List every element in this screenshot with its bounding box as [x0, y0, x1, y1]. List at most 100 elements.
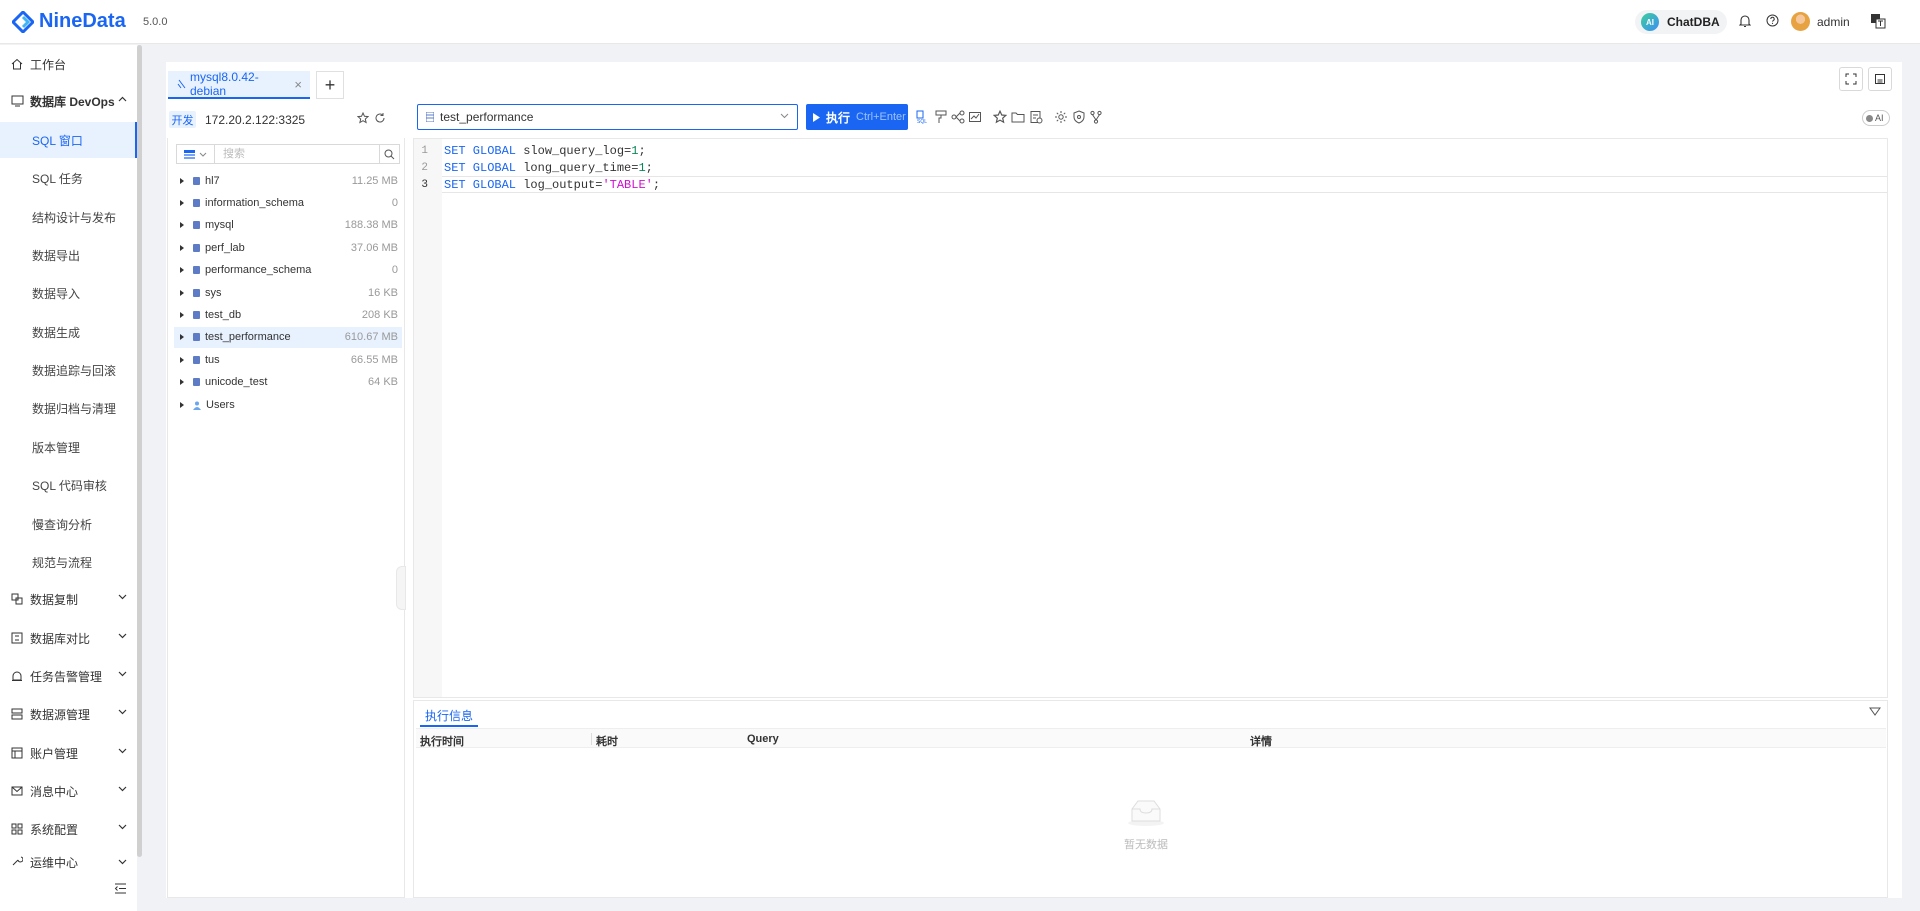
collapse-panel-icon[interactable] — [1869, 707, 1881, 717]
sidebar-item-data-export[interactable]: 数据导出 — [0, 237, 137, 273]
sidebar-item-data-import[interactable]: 数据导入 — [0, 275, 137, 311]
panel-resize-handle[interactable] — [396, 566, 406, 610]
code-editor[interactable]: 1 SET GLOBAL slow_query_log=1; 2 SET GLOBAL… — [413, 138, 1888, 698]
sidebar-item-schema-design[interactable]: 结构设计与发布 — [0, 199, 137, 235]
sidebar-item-data-archive[interactable]: 数据归档与清理 — [0, 390, 137, 426]
sidebar-item-ops-center[interactable]: 运维中心 — [0, 850, 137, 870]
database-select[interactable]: test_performance — [417, 104, 798, 130]
selected-database: test_performance — [440, 110, 534, 124]
user-menu[interactable]: admin — [1791, 12, 1850, 31]
sidebar-item-data-rollback[interactable]: 数据追踪与回滚 — [0, 352, 137, 388]
logo[interactable]: NineData — [12, 10, 126, 33]
sidebar-item-accounts[interactable]: 账户管理 — [0, 735, 137, 771]
tree-item[interactable]: perf_lab 37.06 MB — [174, 237, 402, 258]
expand-caret-icon[interactable] — [180, 222, 184, 229]
tab-execution-info[interactable]: 执行信息 — [420, 705, 479, 727]
run-button[interactable]: 执行 Ctrl+Enter — [806, 104, 908, 130]
sidebar-item-replication[interactable]: 数据复制 — [0, 581, 137, 617]
sql-format-icon[interactable]: SQL — [916, 110, 930, 124]
fullscreen-icon[interactable] — [1839, 67, 1863, 91]
tree-item-label: sys — [205, 286, 222, 299]
code-token: SET GLOBAL — [444, 178, 517, 192]
tree-item[interactable]: sys 16 KB — [174, 282, 402, 303]
sidebar-item-version-mgmt[interactable]: 版本管理 — [0, 429, 137, 465]
format-painter-icon[interactable] — [934, 110, 948, 124]
tree-search-input[interactable] — [215, 145, 379, 163]
tree-item-size: 11.25 MB — [351, 174, 398, 187]
refresh-icon[interactable] — [374, 112, 386, 124]
help-icon[interactable] — [1766, 14, 1779, 27]
sidebar-item-messages[interactable]: 消息中心 — [0, 773, 137, 809]
add-tab-button[interactable]: + — [316, 71, 344, 99]
tree-item[interactable]: hl7 11.25 MB — [174, 170, 402, 191]
sidebar-item-datasource[interactable]: 数据源管理 — [0, 696, 137, 732]
expand-caret-icon[interactable] — [180, 356, 184, 363]
chevron-down-icon — [118, 859, 127, 865]
tree-item[interactable]: information_schema 0 — [174, 192, 402, 213]
tree-item-size: 66.55 MB — [350, 353, 398, 366]
tree-item[interactable]: tus 66.55 MB — [174, 349, 402, 370]
expand-caret-icon[interactable] — [180, 334, 184, 341]
bell-icon[interactable] — [1739, 14, 1751, 28]
security-icon[interactable] — [1072, 110, 1086, 124]
tree-item[interactable]: test_performance 610.67 MB — [174, 326, 402, 348]
branch-icon[interactable] — [1089, 110, 1103, 124]
expand-caret-icon[interactable] — [180, 401, 184, 408]
search-icon[interactable] — [379, 145, 399, 163]
sidebar-item-alerts[interactable]: 任务告警管理 — [0, 658, 137, 694]
layout-icon[interactable] — [1868, 67, 1892, 91]
home-icon — [10, 57, 24, 71]
chevron-down-icon — [118, 824, 127, 830]
history-icon[interactable] — [1029, 110, 1043, 124]
database-icon — [193, 243, 200, 252]
tree-item-size: 64 KB — [368, 376, 398, 389]
sidebar-item-workbench[interactable]: 工作台 — [0, 46, 137, 82]
code-token: ; — [638, 144, 646, 158]
empty-text: 暂无数据 — [1124, 839, 1168, 851]
sidebar-item-sql-task[interactable]: SQL 任务 — [0, 160, 137, 196]
tree-item-label: tus — [205, 353, 220, 366]
expand-caret-icon[interactable] — [180, 289, 184, 296]
favorite-icon[interactable] — [993, 110, 1007, 124]
expand-caret-icon[interactable] — [180, 379, 184, 386]
close-icon[interactable]: × — [294, 77, 302, 92]
sidebar-item-data-generate[interactable]: 数据生成 — [0, 314, 137, 350]
wrench-icon — [10, 854, 24, 868]
expand-caret-icon[interactable] — [180, 199, 184, 206]
folder-icon[interactable] — [1011, 110, 1025, 124]
sidebar-item-devops[interactable]: 数据库 DevOps — [0, 83, 137, 119]
tab-connection[interactable]: mysql8.0.42-debian × — [168, 70, 310, 99]
sidebar-item-system-config[interactable]: 系统配置 — [0, 811, 137, 847]
sidebar-item-db-compare[interactable]: 数据库对比 — [0, 620, 137, 656]
code-token: ; — [645, 161, 653, 175]
expand-caret-icon[interactable] — [180, 311, 184, 318]
chart-icon[interactable] — [968, 110, 982, 124]
expand-caret-icon[interactable] — [180, 177, 184, 184]
sidebar-item-sql-review[interactable]: SQL 代码审核 — [0, 467, 137, 503]
expand-caret-icon[interactable] — [180, 267, 184, 274]
sidebar-item-slow-query[interactable]: 慢查询分析 — [0, 506, 137, 542]
language-icon[interactable] — [1870, 13, 1886, 29]
ai-icon: AI — [1641, 13, 1659, 31]
database-icon — [193, 355, 200, 364]
tree-item[interactable]: test_db 208 KB — [174, 304, 402, 325]
ai-toggle[interactable]: AI — [1862, 110, 1890, 126]
settings-icon[interactable] — [1054, 110, 1068, 124]
tree-item[interactable]: unicode_test 64 KB — [174, 372, 402, 393]
expand-caret-icon[interactable] — [180, 244, 184, 251]
chatdba-button[interactable]: AI ChatDBA — [1635, 10, 1727, 34]
sidebar-item-sql-window[interactable]: SQL 窗口 — [0, 122, 137, 158]
star-icon[interactable] — [357, 112, 369, 124]
tree-item[interactable]: performance_schema 0 — [174, 260, 402, 281]
sidebar-item-label: 运维中心 — [30, 856, 79, 870]
collapse-menu-icon[interactable] — [114, 883, 127, 894]
tree-item[interactable]: Users — [174, 394, 402, 415]
execution-plan-icon[interactable] — [951, 110, 965, 124]
sidebar-item-label: 数据库 DevOps — [30, 94, 115, 109]
column-separator[interactable] — [591, 733, 592, 745]
tree-item[interactable]: mysql 188.38 MB — [174, 215, 402, 236]
sidebar-item-label: 系统配置 — [30, 822, 79, 837]
sidebar-item-rules-flow[interactable]: 规范与流程 — [0, 544, 137, 580]
object-type-select[interactable] — [177, 145, 215, 163]
sidebar-scrollbar[interactable] — [137, 45, 142, 857]
